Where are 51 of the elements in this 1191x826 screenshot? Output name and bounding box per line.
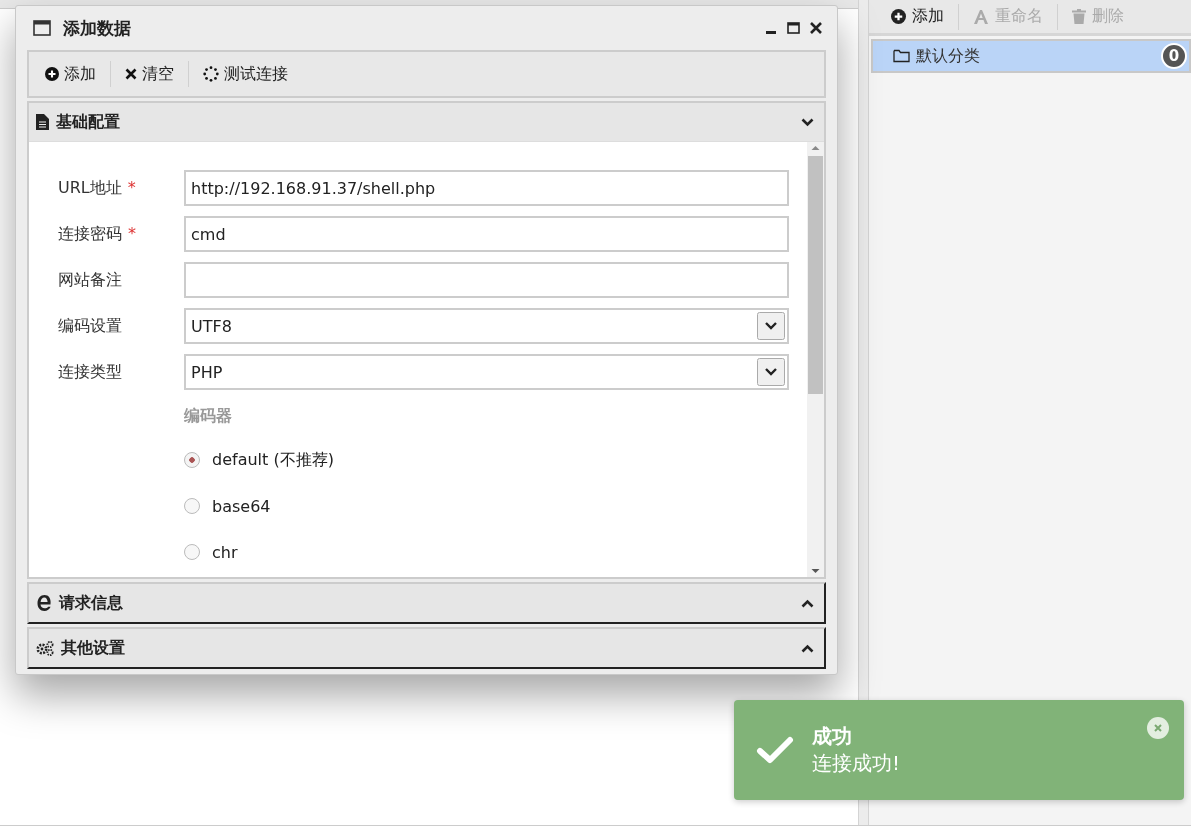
- chevron-icon: [801, 117, 814, 127]
- field-label: 连接密码: [58, 223, 122, 243]
- chevron-icon: [801, 598, 814, 608]
- field-label: 连接类型: [58, 361, 122, 381]
- toast-title: 成功: [812, 723, 852, 750]
- trash-icon: [1072, 9, 1086, 24]
- scrollbar-thumb[interactable]: [808, 156, 823, 394]
- radio-option[interactable]: chr: [184, 539, 789, 565]
- toolbar-button[interactable]: 测试连接: [195, 59, 296, 89]
- toolbar-button[interactable]: 清空: [117, 59, 182, 89]
- text-field[interactable]: http://192.168.91.37/shell.php: [184, 170, 789, 206]
- scrollbar[interactable]: [807, 142, 824, 577]
- text-field[interactable]: cmd: [184, 216, 789, 252]
- field-label: URL地址: [58, 177, 122, 197]
- checkmark-icon: [756, 735, 794, 765]
- required-mark: *: [128, 223, 136, 243]
- field-label: 网站备注: [58, 269, 122, 289]
- toast-message: 连接成功!: [812, 750, 901, 777]
- close-icon[interactable]: [810, 22, 822, 34]
- section-header[interactable]: 基础配置: [29, 103, 824, 141]
- plus-icon: [45, 67, 59, 81]
- text-field[interactable]: [184, 262, 789, 298]
- category-item[interactable]: 默认分类 0: [871, 39, 1191, 73]
- chevron-icon: [801, 643, 814, 653]
- browser-e-icon: [36, 595, 52, 611]
- dropdown[interactable]: PHP: [184, 354, 789, 390]
- radio-button[interactable]: [184, 452, 200, 468]
- font-icon: [973, 8, 989, 25]
- field-label: 编码设置: [58, 315, 122, 335]
- gears-icon: [36, 640, 54, 656]
- document-icon: [36, 114, 49, 130]
- radio-button[interactable]: [184, 498, 200, 514]
- section-header[interactable]: 其他设置: [29, 629, 824, 667]
- category-label: 默认分类: [916, 45, 981, 67]
- radio-option[interactable]: base64: [184, 493, 789, 519]
- encoder-label: 编码器: [184, 406, 233, 427]
- window-title: 添加数据: [63, 16, 132, 40]
- close-icon: [125, 68, 137, 80]
- count-badge: 0: [1161, 43, 1187, 69]
- radio-option[interactable]: default (不推荐): [184, 447, 789, 473]
- required-mark: *: [127, 177, 136, 197]
- radio-button[interactable]: [184, 544, 200, 560]
- dropdown[interactable]: UTF8: [184, 308, 789, 344]
- section-header[interactable]: 请求信息: [29, 584, 824, 622]
- folder-icon: [893, 49, 910, 63]
- maximize-icon[interactable]: [787, 22, 800, 34]
- spinner-icon: [203, 66, 219, 82]
- window-icon: [33, 20, 51, 36]
- toolbar-button[interactable]: 添加: [37, 59, 104, 89]
- toolbar-button[interactable]: 添加: [883, 2, 952, 31]
- plus-icon: [891, 9, 906, 24]
